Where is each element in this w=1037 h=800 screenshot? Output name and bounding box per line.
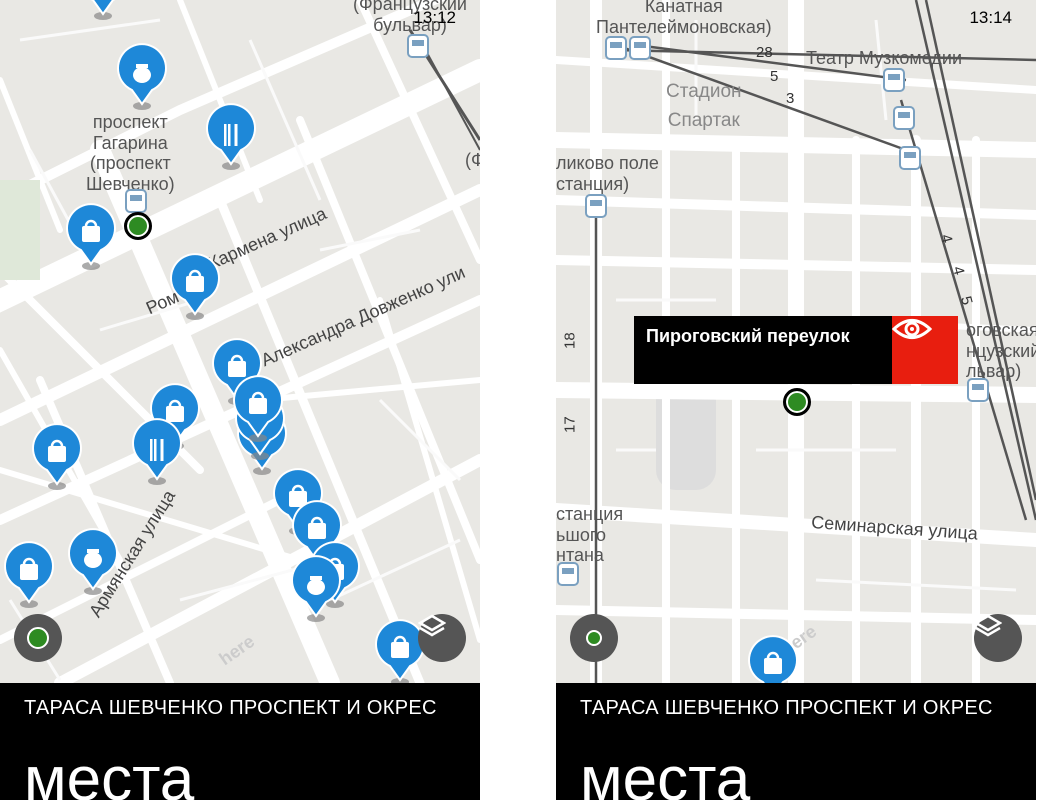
shop-pin[interactable] xyxy=(748,635,798,683)
tram-icon[interactable] xyxy=(967,378,989,402)
map-view[interactable]: (Французский бульвар) проспект Гагарина (пр… xyxy=(0,0,480,683)
left-screen: (Французский бульвар) проспект Гагарина (пр… xyxy=(0,0,480,800)
status-clock: 13:12 xyxy=(413,8,456,27)
cafe-pin[interactable] xyxy=(68,528,118,596)
pins xyxy=(4,0,429,683)
layers-button[interactable] xyxy=(418,614,466,662)
cafe-pin[interactable] xyxy=(117,43,167,112)
tram-icon[interactable] xyxy=(557,562,579,586)
page-title: места xyxy=(24,745,195,800)
footer-panel: ТАРАСА ШЕВЧЕНКО ПРОСПЕКТ И ОКРЕС места xyxy=(0,683,480,800)
shop-pin[interactable] xyxy=(170,253,220,321)
tram-icon[interactable] xyxy=(125,189,147,213)
tram-icon[interactable] xyxy=(407,34,429,58)
shop-pin[interactable] xyxy=(78,0,128,22)
layers-icon xyxy=(974,614,1002,637)
food-pin[interactable] xyxy=(132,418,182,486)
footer-panel: ТАРАСА ШЕВЧЕНКО ПРОСПЕКТ И ОКРЕС места xyxy=(556,683,1036,800)
tram-icon[interactable] xyxy=(899,146,921,170)
location-dot-icon xyxy=(27,627,49,649)
shop-pin[interactable] xyxy=(375,619,425,683)
shop-pin[interactable] xyxy=(32,423,82,491)
location-subtitle: ТАРАСА ШЕВЧЕНКО ПРОСПЕКТ И ОКРЕС xyxy=(24,697,437,719)
shop-pin[interactable] xyxy=(4,541,54,609)
food-pin[interactable] xyxy=(206,103,256,171)
selected-location-marker xyxy=(783,388,811,416)
tram-icon[interactable] xyxy=(605,36,627,60)
locate-me-button[interactable] xyxy=(14,614,62,662)
right-screen: Канатная Пантелеймоновская) Театр Музкоме… xyxy=(556,0,1036,800)
location-dot-icon xyxy=(586,630,602,646)
current-location-marker xyxy=(124,212,152,240)
tram-icon[interactable] xyxy=(883,68,905,92)
location-subtitle: ТАРАСА ШЕВЧЕНКО ПРОСПЕКТ И ОКРЕС xyxy=(580,697,993,719)
map-view[interactable]: Канатная Пантелеймоновская) Театр Музкоме… xyxy=(556,0,1036,683)
locate-me-button[interactable] xyxy=(570,614,618,662)
tram-icon[interactable] xyxy=(893,106,915,130)
popup-title: Пироговский переулок xyxy=(646,326,850,346)
view-place-button[interactable] xyxy=(892,316,958,384)
cafe-pin[interactable] xyxy=(291,555,341,623)
tram-icon[interactable] xyxy=(585,194,607,218)
layers-button[interactable] xyxy=(974,614,1022,662)
eye-icon xyxy=(892,319,932,339)
shop-pin[interactable] xyxy=(66,203,116,271)
status-clock: 13:14 xyxy=(969,8,1012,27)
page-title: места xyxy=(580,745,751,800)
layers-icon xyxy=(418,614,446,637)
place-popup[interactable]: Пироговский переулок xyxy=(634,316,958,384)
tram-icon[interactable] xyxy=(629,36,651,60)
